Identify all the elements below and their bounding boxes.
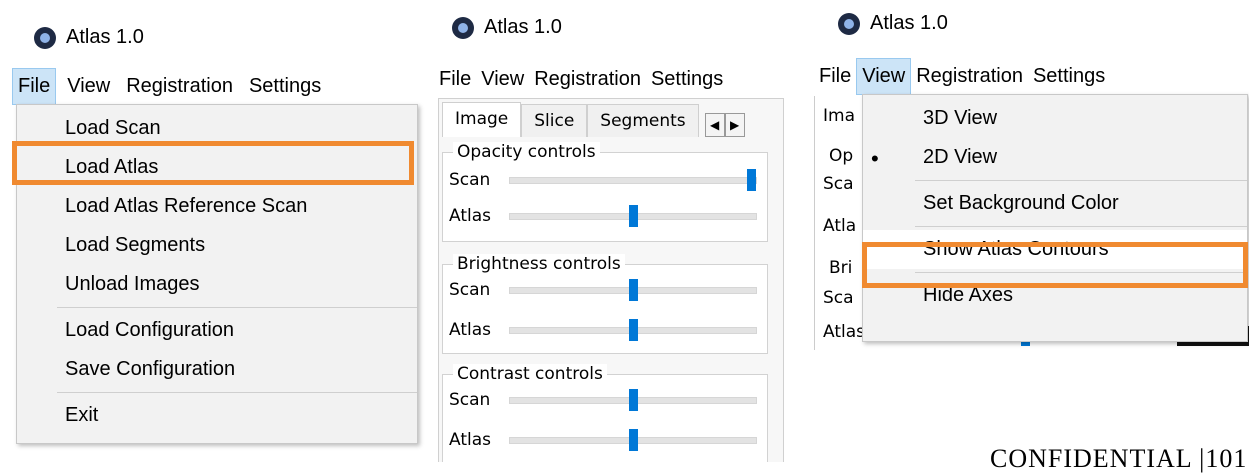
menu-file[interactable]: File xyxy=(12,68,57,105)
menu-view[interactable]: View xyxy=(62,69,115,104)
menu-registration[interactable]: Registration xyxy=(911,59,1028,94)
slider-thumb[interactable] xyxy=(629,318,638,341)
slider-row: Atlas xyxy=(449,317,757,343)
menu-item-save-configuration[interactable]: Save Configuration xyxy=(17,350,417,389)
scan-brightness-slider[interactable] xyxy=(509,278,757,301)
menu-item-load-segments[interactable]: Load Segments xyxy=(17,226,417,265)
menu-item-set-background-color[interactable]: Set Background Color xyxy=(863,184,1247,223)
bg-group-fragment: Bri xyxy=(829,258,853,278)
bg-tab-fragment: Ima xyxy=(823,106,855,126)
slider-label: Scan xyxy=(449,170,491,190)
group-title: Brightness controls xyxy=(453,254,625,274)
window-title: Atlas 1.0 xyxy=(66,26,144,48)
tab-image[interactable]: Image xyxy=(442,102,522,137)
slider-label: Atlas xyxy=(449,206,491,226)
menu-settings[interactable]: Settings xyxy=(646,62,728,97)
slider-label: Scan xyxy=(449,390,491,410)
atlas-contrast-slider[interactable] xyxy=(509,428,757,451)
menu-registration[interactable]: Registration xyxy=(529,62,646,97)
panel-file-menu: Atlas 1.0 File View Registration Setting… xyxy=(0,0,420,461)
bg-label-fragment: Atlas xyxy=(823,322,865,342)
menu-separator xyxy=(57,392,417,393)
menu-view[interactable]: View xyxy=(856,58,912,95)
slider-row: Scan xyxy=(449,167,757,193)
slider-row: Atlas xyxy=(449,203,757,229)
menu-file[interactable]: File xyxy=(434,62,476,97)
title-bar: Atlas 1.0 xyxy=(838,12,948,35)
group-brightness: Brightness controls Scan Atlas xyxy=(442,254,768,354)
scan-opacity-slider[interactable] xyxy=(509,168,757,191)
atlas-opacity-slider[interactable] xyxy=(509,204,757,227)
menu-separator xyxy=(915,226,1247,227)
menu-settings[interactable]: Settings xyxy=(1028,59,1110,94)
menu-item-2d-view-label: 2D View xyxy=(923,146,998,168)
atlas-brightness-slider[interactable] xyxy=(509,318,757,341)
slider-row: Scan xyxy=(449,277,757,303)
menu-separator xyxy=(57,307,417,308)
menu-settings[interactable]: Settings xyxy=(244,69,326,104)
title-bar: Atlas 1.0 xyxy=(34,26,144,49)
menu-item-load-atlas-reference-scan[interactable]: Load Atlas Reference Scan xyxy=(17,187,417,226)
app-icon xyxy=(34,26,56,49)
window-title: Atlas 1.0 xyxy=(870,12,948,34)
menu-item-load-configuration[interactable]: Load Configuration xyxy=(17,311,417,350)
tab-left-arrow-icon[interactable]: ◀ xyxy=(704,113,725,137)
tab-slice[interactable]: Slice xyxy=(521,104,588,137)
menu-bar: File View Registration Settings xyxy=(12,68,326,105)
group-title: Contrast controls xyxy=(453,364,607,384)
highlight-show-atlas-contours xyxy=(862,242,1248,288)
tab-segments[interactable]: Segments xyxy=(587,104,699,137)
slider-label: Scan xyxy=(449,280,491,300)
app-icon xyxy=(838,12,860,35)
window-title: Atlas 1.0 xyxy=(484,16,562,38)
footer-confidential: CONFIDENTIAL |101 xyxy=(990,444,1248,473)
slider-label: Atlas xyxy=(449,320,491,340)
menu-bar: File View Registration Settings xyxy=(434,62,728,97)
panel-image-tab: Atlas 1.0 File View Registration Setting… xyxy=(438,0,788,462)
menu-item-3d-view[interactable]: 3D View xyxy=(863,99,1247,138)
bg-label-fragment: Atla xyxy=(823,216,857,236)
group-contrast: Contrast controls Scan Atlas xyxy=(442,364,768,462)
view-dropdown: 3D View • 2D View Set Background Color S… xyxy=(862,94,1248,342)
slider-thumb[interactable] xyxy=(629,278,638,301)
bg-group-fragment: Op xyxy=(829,146,854,166)
slider-thumb[interactable] xyxy=(629,428,638,451)
tab-right-arrow-icon[interactable]: ▶ xyxy=(724,113,745,137)
highlight-load-atlas xyxy=(12,141,414,185)
menu-separator xyxy=(915,180,1247,181)
menu-bar: File View Registration Settings xyxy=(814,58,1110,95)
menu-item-unload-images[interactable]: Unload Images xyxy=(17,265,417,304)
slider-thumb[interactable] xyxy=(629,204,638,227)
app-icon xyxy=(452,16,474,39)
group-opacity: Opacity controls Scan Atlas xyxy=(442,142,768,242)
slider-label: Atlas xyxy=(449,430,491,450)
title-bar: Atlas 1.0 xyxy=(452,16,562,39)
checked-dot-icon: • xyxy=(871,146,879,171)
slider-row: Atlas xyxy=(449,427,757,453)
bg-label-fragment: Sca xyxy=(823,288,854,308)
panel-view-menu: Atlas 1.0 File View Registration Setting… xyxy=(810,0,1249,473)
tab-bar: Image Slice Segments ◀ ▶ xyxy=(442,102,745,137)
group-title: Opacity controls xyxy=(453,142,600,162)
menu-file[interactable]: File xyxy=(814,59,856,94)
slider-thumb[interactable] xyxy=(747,168,756,191)
menu-view[interactable]: View xyxy=(476,62,529,97)
slider-row: Scan xyxy=(449,387,757,413)
menu-item-exit[interactable]: Exit xyxy=(17,396,417,435)
menu-item-2d-view[interactable]: • 2D View xyxy=(863,138,1247,177)
menu-registration[interactable]: Registration xyxy=(121,69,238,104)
tab-scroll-arrows: ◀ ▶ xyxy=(704,113,745,137)
bg-label-fragment: Sca xyxy=(823,174,854,194)
slider-thumb[interactable] xyxy=(629,388,638,411)
scan-contrast-slider[interactable] xyxy=(509,388,757,411)
